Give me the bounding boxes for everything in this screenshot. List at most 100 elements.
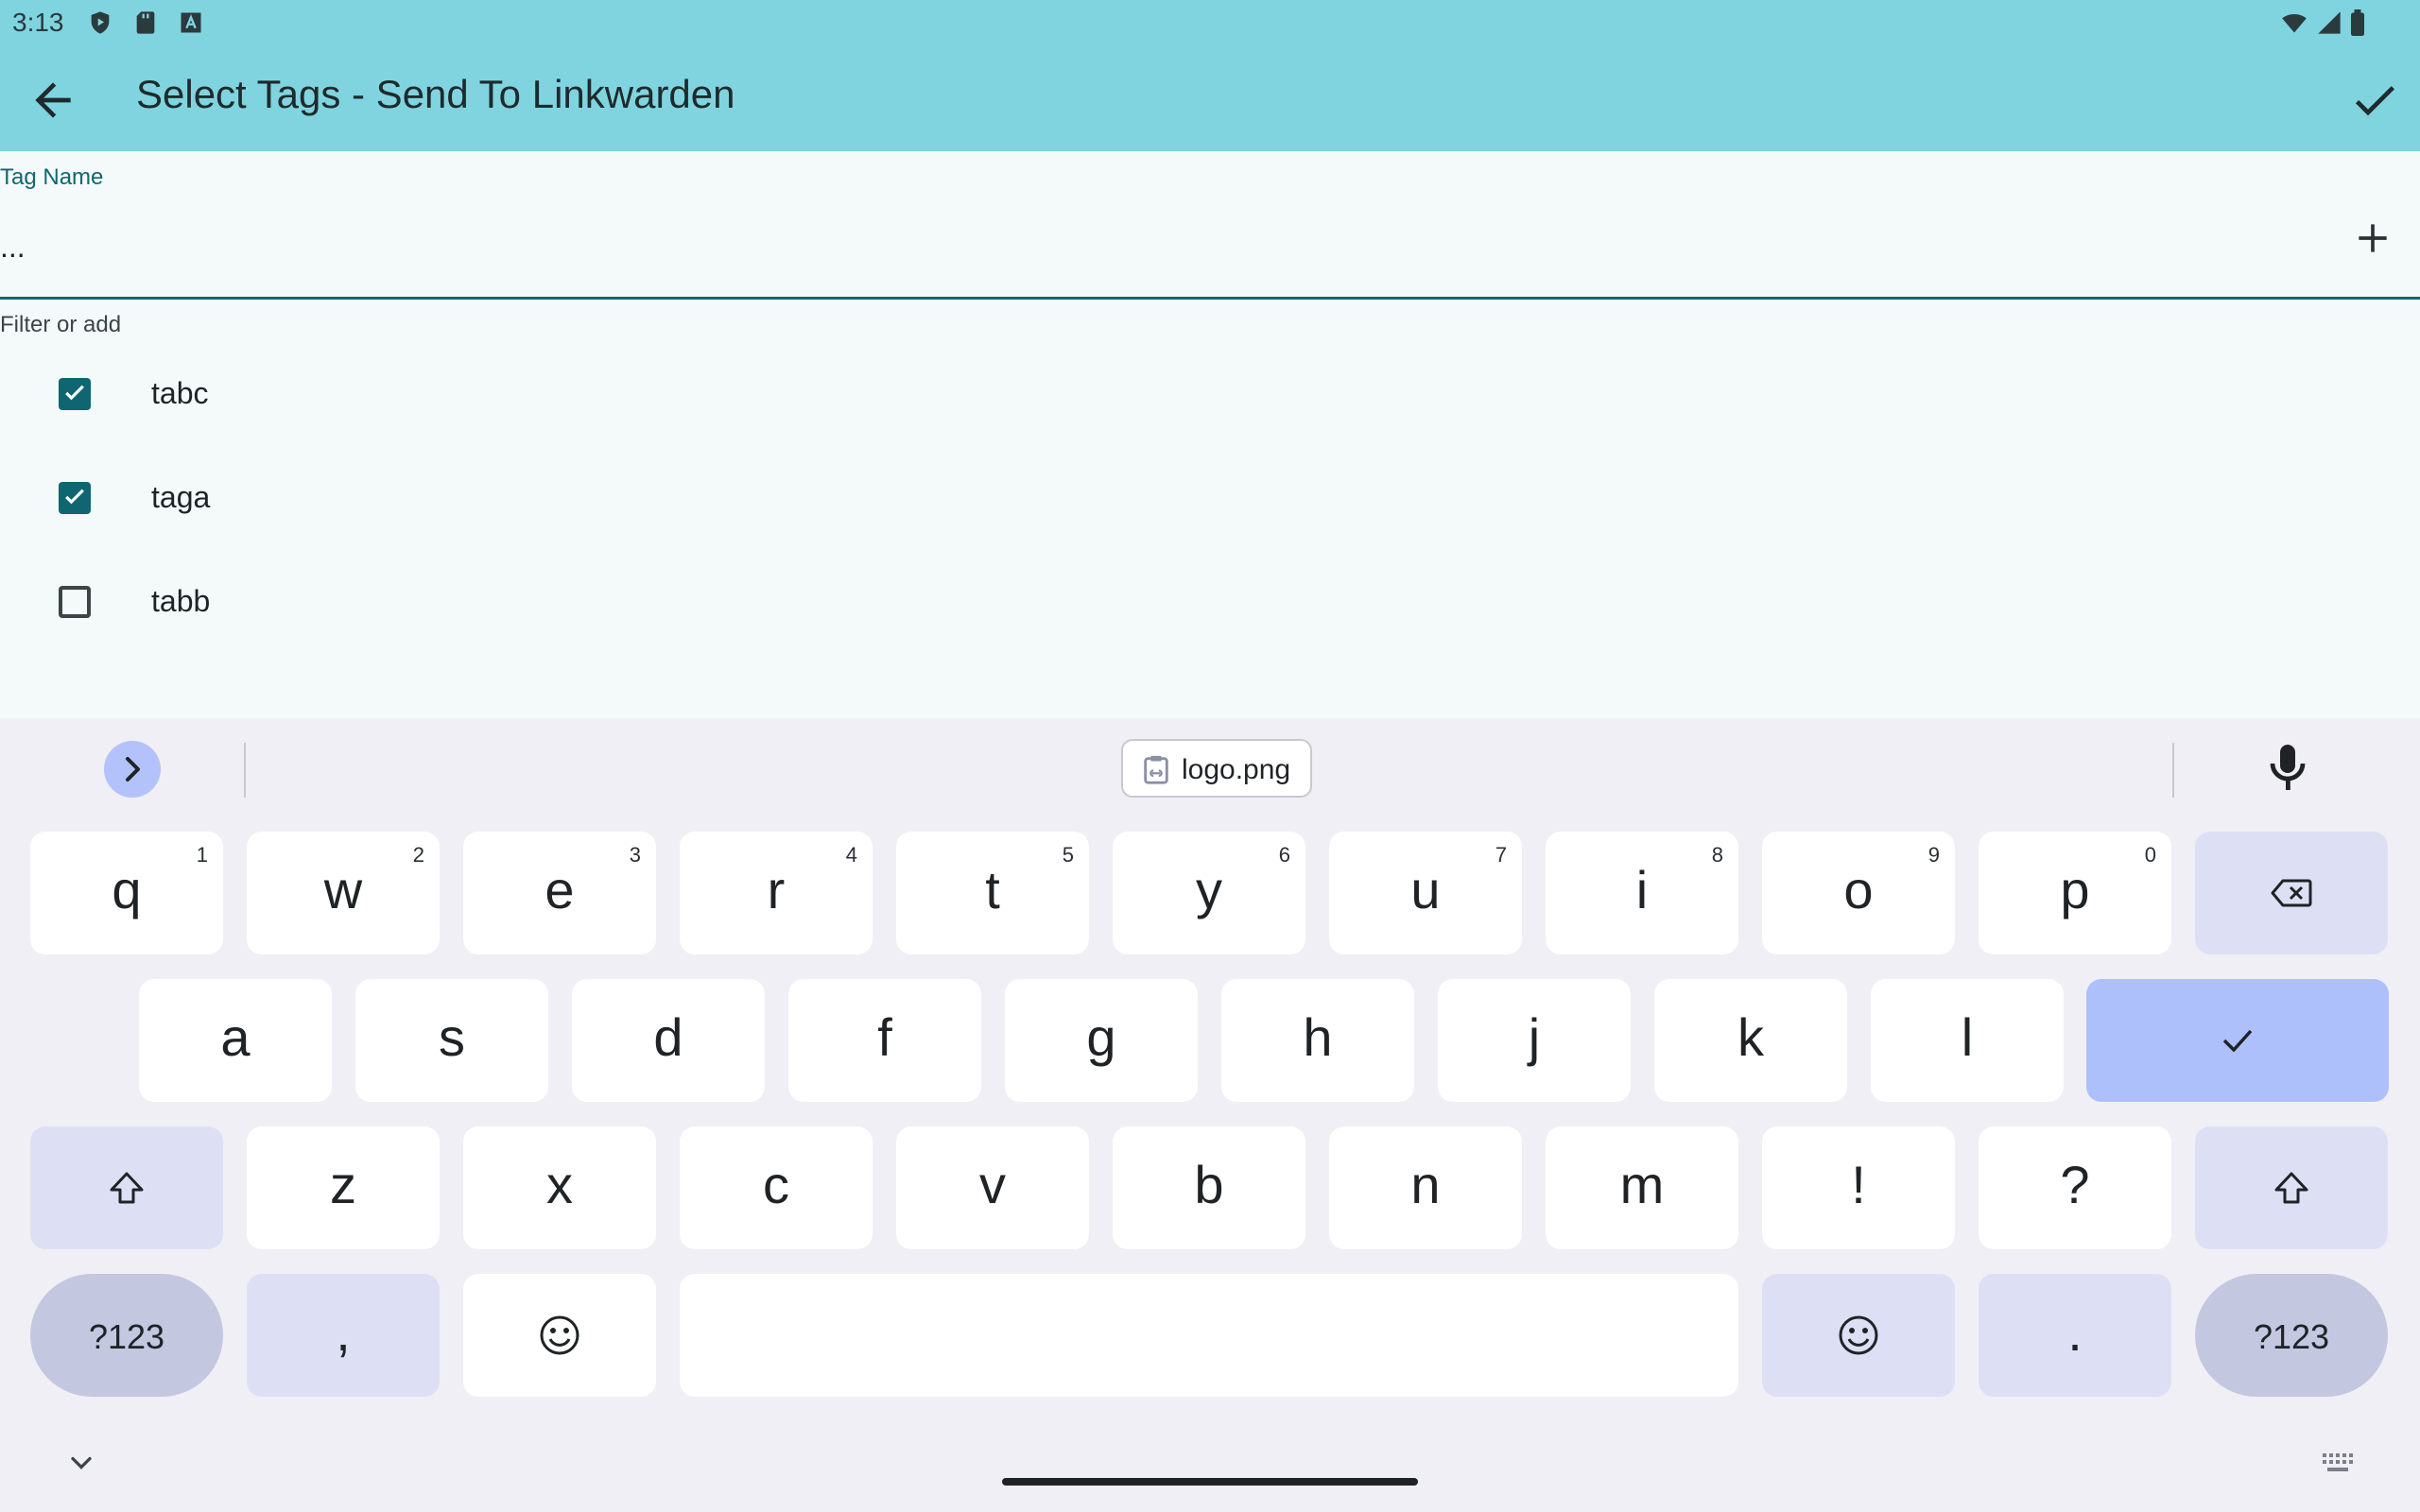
- key-label: m: [1619, 1155, 1665, 1214]
- key-label: .: [2067, 1302, 2083, 1362]
- shift-icon: [2273, 1169, 2310, 1207]
- key-label: u: [1410, 860, 1441, 919]
- key-label: t: [985, 860, 1000, 919]
- emoji-key[interactable]: [1762, 1274, 1955, 1397]
- space-key[interactable]: [680, 1274, 1738, 1397]
- key-p[interactable]: p0: [1979, 832, 2171, 954]
- key-label: q: [112, 860, 142, 919]
- key-label: r: [767, 860, 786, 919]
- key-number-hint: 4: [845, 843, 857, 867]
- key-d[interactable]: d: [572, 979, 765, 1102]
- navigation-handle[interactable]: [1002, 1478, 1418, 1486]
- shift-key[interactable]: [30, 1126, 223, 1249]
- key-w[interactable]: w2: [247, 832, 440, 954]
- checkbox-checked[interactable]: [59, 378, 91, 410]
- wifi-icon: [2278, 9, 2310, 36]
- check-mark-icon: [65, 385, 84, 401]
- microphone-icon: [2267, 743, 2308, 792]
- tag-label: tabb: [151, 584, 211, 618]
- tag-list-item[interactable]: tabb: [0, 550, 2420, 654]
- clipboard-suggestion-chip[interactable]: logo.png: [1121, 739, 1312, 798]
- key-number-hint: 7: [1495, 843, 1507, 867]
- key-l[interactable]: l: [1871, 979, 2064, 1102]
- field-underline: [0, 297, 2420, 300]
- keyboard-icon: [2322, 1452, 2354, 1474]
- cell-signal-icon: [2316, 9, 2342, 36]
- key-label: f: [877, 1007, 892, 1067]
- key-number-hint: 0: [2144, 843, 2156, 867]
- check-mark-icon: [65, 489, 84, 505]
- tag-name-label: Tag Name: [0, 164, 104, 190]
- key-s[interactable]: s: [355, 979, 548, 1102]
- key-label: o: [1843, 860, 1874, 919]
- key-n[interactable]: n: [1329, 1126, 1522, 1249]
- key-r[interactable]: r4: [680, 832, 873, 954]
- shift-icon: [108, 1169, 146, 1207]
- key-y[interactable]: y6: [1113, 832, 1305, 954]
- tag-name-input[interactable]: [0, 223, 2288, 270]
- key-o[interactable]: o9: [1762, 832, 1955, 954]
- key-label: z: [330, 1155, 356, 1214]
- key-h[interactable]: h: [1221, 979, 1414, 1102]
- checkbox-unchecked[interactable]: [59, 586, 91, 618]
- add-tag-button[interactable]: [2352, 217, 2394, 259]
- clipboard-suggestion-label: logo.png: [1182, 754, 1291, 785]
- clipboard-link-icon: [1140, 753, 1172, 785]
- checkbox-checked[interactable]: [59, 482, 91, 514]
- comma-key[interactable]: ,: [247, 1274, 440, 1397]
- key-label: c: [763, 1155, 789, 1214]
- switch-keyboard-button[interactable]: [2322, 1452, 2354, 1474]
- key-z[interactable]: z: [247, 1126, 440, 1249]
- key-q[interactable]: q1: [30, 832, 223, 954]
- emoji-key[interactable]: [463, 1274, 656, 1397]
- key-label: y: [1196, 860, 1222, 919]
- key-question[interactable]: ?: [1979, 1126, 2171, 1249]
- key-label: h: [1303, 1007, 1333, 1067]
- key-f[interactable]: f: [788, 979, 981, 1102]
- shift-key[interactable]: [2195, 1126, 2388, 1249]
- key-number-hint: 8: [1711, 843, 1723, 867]
- key-c[interactable]: c: [680, 1126, 873, 1249]
- key-label: l: [1961, 1007, 1974, 1067]
- key-number-hint: 3: [629, 843, 641, 867]
- key-u[interactable]: u7: [1329, 832, 1522, 954]
- backspace-key[interactable]: [2195, 832, 2388, 954]
- key-x[interactable]: x: [463, 1126, 656, 1249]
- emoji-icon: [539, 1314, 580, 1356]
- key-g[interactable]: g: [1005, 979, 1198, 1102]
- tag-list-item[interactable]: taga: [0, 446, 2420, 550]
- enter-key[interactable]: [2086, 979, 2389, 1102]
- toolbar-divider: [2172, 743, 2174, 798]
- toolbar-expand-button[interactable]: [104, 741, 161, 798]
- key-j[interactable]: j: [1438, 979, 1631, 1102]
- key-number-hint: 6: [1278, 843, 1290, 867]
- symbols-key[interactable]: ?123: [30, 1274, 223, 1397]
- key-b[interactable]: b: [1113, 1126, 1305, 1249]
- back-button[interactable]: [26, 74, 79, 127]
- key-k[interactable]: k: [1654, 979, 1847, 1102]
- key-label: a: [220, 1007, 251, 1067]
- tag-list-item[interactable]: tabc: [0, 342, 2420, 446]
- confirm-button[interactable]: [2348, 74, 2401, 127]
- key-m[interactable]: m: [1546, 1126, 1738, 1249]
- key-label: g: [1086, 1007, 1116, 1067]
- key-a[interactable]: a: [139, 979, 332, 1102]
- battery-icon: [2348, 9, 2367, 36]
- key-number-hint: 9: [1927, 843, 1940, 867]
- toolbar-divider: [244, 743, 246, 798]
- key-number-hint: 1: [196, 843, 208, 867]
- key-exclamation[interactable]: !: [1762, 1126, 1955, 1249]
- key-t[interactable]: t5: [896, 832, 1089, 954]
- key-label: v: [979, 1155, 1006, 1214]
- key-i[interactable]: i8: [1546, 832, 1738, 954]
- period-key[interactable]: .: [1979, 1274, 2171, 1397]
- symbols-key[interactable]: ?123: [2195, 1274, 2388, 1397]
- check-icon: [2219, 1025, 2256, 1056]
- hide-keyboard-button[interactable]: [64, 1446, 98, 1480]
- key-e[interactable]: e3: [463, 832, 656, 954]
- helper-text: Filter or add: [0, 312, 122, 337]
- key-v[interactable]: v: [896, 1126, 1089, 1249]
- voice-input-button[interactable]: [2267, 743, 2308, 792]
- app-bar: 3:13 Select Tags - Send To Linkwarden: [0, 0, 2420, 151]
- key-label: e: [544, 860, 575, 919]
